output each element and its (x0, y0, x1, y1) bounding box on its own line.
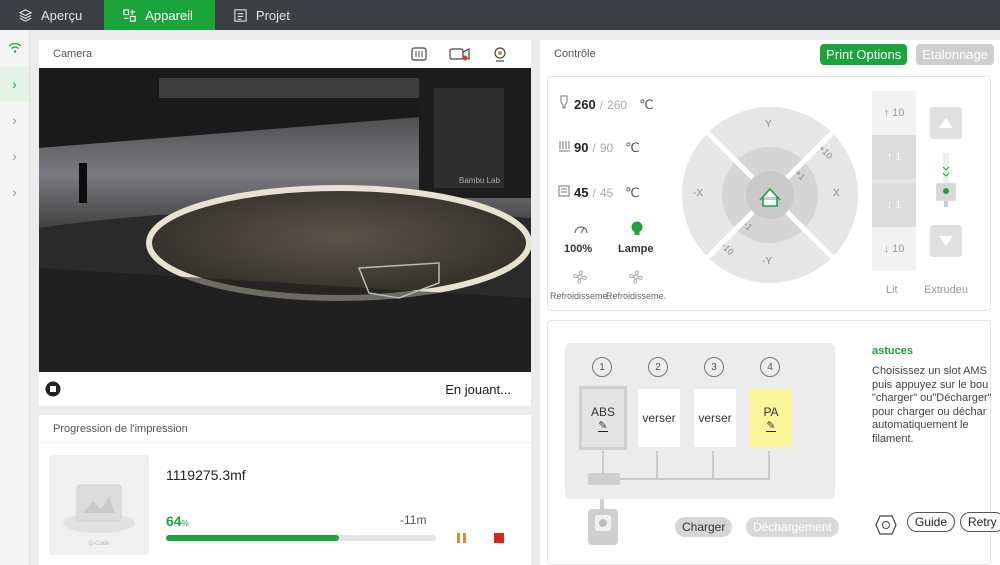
chamber-temp[interactable]: 45/45 ℃ (558, 185, 640, 201)
svg-text:Bambu Lab: Bambu Lab (459, 176, 500, 185)
fan-icon-2[interactable] (628, 269, 644, 285)
ams-slot-3[interactable]: verser (694, 389, 736, 447)
extruder-down-button[interactable] (930, 225, 962, 257)
progress-percent: 64 (166, 513, 182, 529)
arrow-up-icon: ↑ (886, 151, 893, 163)
fan-2-label: Refroidisseme... (606, 291, 666, 301)
stream-status: En jouant... (445, 381, 511, 397)
tab-overview-label: Aperçu (41, 7, 83, 23)
unload-button[interactable]: Déchargement (746, 517, 839, 537)
record-video-icon[interactable] (449, 47, 471, 61)
jog-x-minus[interactable]: -X (693, 188, 703, 199)
slot-number-3: 3 (704, 357, 724, 377)
bed-down-10[interactable]: ↓ 10 (872, 227, 916, 271)
ams-help-icon[interactable] (874, 513, 898, 537)
tips-text: Choisissez un slot AMS puis appuyez sur … (872, 365, 992, 445)
toolhead-icon (588, 499, 618, 545)
wifi-icon (0, 30, 29, 66)
heatbed-icon (559, 141, 570, 152)
stop-print-icon[interactable] (493, 532, 505, 544)
top-tab-bar: Aperçu Appareil Projet (0, 0, 1000, 30)
file-name: 1119275.3mf (166, 467, 246, 483)
print-progress-panel: Progression de l'impression G-Code 11192… (39, 415, 531, 565)
edit-icon[interactable]: ✎ (598, 420, 608, 432)
extruder-up-button[interactable] (930, 107, 962, 139)
triangle-up-icon (939, 118, 953, 128)
calibration-button[interactable]: Etalonnage (916, 43, 994, 65)
nozzle-icon (560, 95, 568, 109)
tips-title: astuces (872, 345, 913, 357)
retry-button[interactable]: Retry (960, 512, 1000, 532)
filament-tubes (588, 451, 770, 485)
lamp-icon[interactable] (630, 221, 644, 237)
tab-device-label: Appareil (145, 7, 193, 23)
sidebar-expand-1[interactable]: › (0, 66, 29, 102)
tab-device[interactable]: Appareil (104, 0, 215, 30)
control-title: Contrôle (554, 48, 596, 60)
sidebar-expand-4[interactable]: › (0, 174, 29, 210)
progress-percent-unit: % (181, 519, 189, 528)
arrow-up-icon: ↑ (883, 107, 890, 119)
tab-overview[interactable]: Aperçu (0, 0, 104, 30)
device-icon (123, 8, 136, 22)
progress-title: Progression de l'impression (39, 415, 531, 443)
ams-slot-1[interactable]: ABS ✎ (579, 386, 627, 450)
time-remaining: -11m (400, 513, 427, 527)
edit-icon[interactable]: ✎ (766, 420, 776, 432)
triangle-down-icon (939, 236, 953, 246)
sidebar-expand-3[interactable]: › (0, 138, 29, 174)
extruder-label: Extrudeu (924, 284, 969, 296)
sd-card-icon[interactable] (411, 46, 427, 61)
arrow-down-icon: ↓ (883, 243, 890, 255)
slot-number-1: 1 (592, 357, 612, 377)
extruder-icon (936, 153, 956, 207)
guide-button[interactable]: Guide (907, 512, 956, 532)
bed-down-1[interactable]: ↓ 1 (872, 183, 916, 227)
speed-value[interactable]: 100% (564, 243, 592, 255)
gcode-thumbnail: G-Code (49, 455, 149, 555)
slot-number-2: 2 (648, 357, 668, 377)
ams-slot-2[interactable]: verser (638, 389, 680, 447)
ams-slot-4[interactable]: PA ✎ (750, 389, 792, 447)
fan-icon[interactable] (572, 269, 588, 285)
ams-card: 1 2 3 4 ABS ✎ verser verser PA ✎ Charger Décharg… (547, 320, 1000, 565)
camera-title: Camera (53, 48, 93, 60)
fan-1-label: Refroidisseme... (550, 291, 610, 301)
sidebar-expand-2[interactable]: › (0, 102, 29, 138)
bed-label: Lit (886, 284, 898, 296)
print-options-button[interactable]: Print Options (820, 43, 908, 65)
chamber-icon (558, 185, 570, 197)
load-button[interactable]: Charger (675, 517, 733, 537)
stop-stream-icon[interactable] (45, 381, 61, 397)
tab-project-label: Projet (255, 7, 290, 23)
webcam-icon[interactable] (493, 46, 507, 62)
camera-footer: En jouant... (39, 372, 531, 406)
lamp-label: Lampe (618, 243, 654, 255)
camera-feed[interactable]: Bambu Lab (39, 68, 531, 372)
document-icon (234, 8, 247, 22)
tab-project[interactable]: Projet (215, 0, 312, 30)
speed-gauge-icon (574, 226, 588, 234)
printer-list-sidebar: › › › › (0, 30, 30, 565)
jog-y-minus[interactable]: -Y (762, 256, 772, 267)
progress-bar (166, 535, 436, 541)
pause-icon[interactable] (456, 532, 468, 544)
jog-y-plus[interactable]: Y (765, 119, 772, 130)
nozzle-temp[interactable]: 260/260 ℃ (558, 95, 654, 113)
bed-up-1[interactable]: ↑ 1 (872, 135, 916, 179)
control-card: 260/260 ℃ 90/90 ℃ 45/45 ℃ 100% Lampe Refroi… (547, 76, 991, 311)
layers-icon (18, 8, 33, 22)
jog-x-plus[interactable]: X (833, 188, 840, 199)
slot-number-4: 4 (760, 357, 780, 377)
bed-temp[interactable]: 90/90 ℃ (558, 140, 640, 156)
thumb-label: G-Code (88, 541, 110, 547)
arrow-down-icon: ↓ (886, 199, 893, 211)
bed-up-10[interactable]: ↑ 10 (872, 91, 916, 135)
progress-bar-fill (166, 535, 339, 541)
